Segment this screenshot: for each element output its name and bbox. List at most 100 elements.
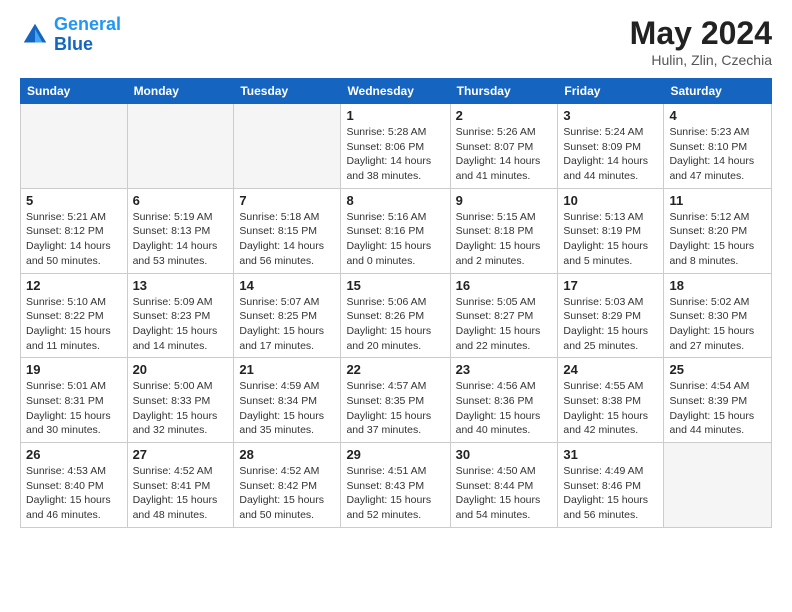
- day-info: Sunrise: 5:09 AM Sunset: 8:23 PM Dayligh…: [133, 295, 229, 354]
- location: Hulin, Zlin, Czechia: [630, 52, 772, 68]
- table-row: 6Sunrise: 5:19 AM Sunset: 8:13 PM Daylig…: [127, 188, 234, 273]
- day-info: Sunrise: 4:56 AM Sunset: 8:36 PM Dayligh…: [456, 379, 553, 438]
- day-info: Sunrise: 5:21 AM Sunset: 8:12 PM Dayligh…: [26, 210, 122, 269]
- table-row: 7 Sunrise: 5:18 AM Sunset: 8:15 PM Daylig…: [234, 188, 341, 273]
- day-number: 19: [26, 362, 122, 377]
- day-info: Sunrise: 4:55 AM Sunset: 8:38 PM Dayligh…: [563, 379, 658, 438]
- day-info: Sunrise: 5:05 AM Sunset: 8:27 PM Dayligh…: [456, 295, 553, 354]
- table-row: 17 Sunrise: 5:03 AM Sunset: 8:29 PM Dayli…: [558, 273, 664, 358]
- table-row: 29 Sunrise: 4:51 AM Sunset: 8:43 PM Dayli…: [341, 443, 450, 528]
- calendar-week-row: 26 Sunrise: 4:53 AM Sunset: 8:40 PM Dayli…: [21, 443, 772, 528]
- table-row: 31 Sunrise: 4:49 AM Sunset: 8:46 PM Dayli…: [558, 443, 664, 528]
- table-row: 11Sunrise: 5:12 AM Sunset: 8:20 PM Dayli…: [664, 188, 772, 273]
- table-row: 2Sunrise: 5:26 AM Sunset: 8:07 PM Daylig…: [450, 104, 558, 189]
- table-row: 3 Sunrise: 5:24 AM Sunset: 8:09 PM Daylig…: [558, 104, 664, 189]
- table-row: 18 Sunrise: 5:02 AM Sunset: 8:30 PM Dayli…: [664, 273, 772, 358]
- logo-text: General Blue: [54, 15, 121, 55]
- day-number: 17: [563, 278, 658, 293]
- day-info: Sunrise: 5:24 AM Sunset: 8:09 PM Dayligh…: [563, 125, 658, 184]
- day-info: Sunrise: 4:52 AM Sunset: 8:42 PM Dayligh…: [239, 464, 335, 523]
- day-number: 21: [239, 362, 335, 377]
- day-info: Sunrise: 5:10 AM Sunset: 8:22 PM Dayligh…: [26, 295, 122, 354]
- logo-icon: [20, 20, 50, 50]
- header-wednesday: Wednesday: [341, 79, 450, 104]
- day-info: Sunrise: 5:19 AM Sunset: 8:13 PM Dayligh…: [133, 210, 229, 269]
- table-row: 20 Sunrise: 5:00 AM Sunset: 8:33 PM Dayli…: [127, 358, 234, 443]
- table-row: 9Sunrise: 5:15 AM Sunset: 8:18 PM Daylig…: [450, 188, 558, 273]
- day-number: 18: [669, 278, 766, 293]
- month-title: May 2024: [630, 15, 772, 52]
- day-info: Sunrise: 4:51 AM Sunset: 8:43 PM Dayligh…: [346, 464, 444, 523]
- day-info: Sunrise: 5:00 AM Sunset: 8:33 PM Dayligh…: [133, 379, 229, 438]
- day-info: Sunrise: 4:54 AM Sunset: 8:39 PM Dayligh…: [669, 379, 766, 438]
- day-number: 12: [26, 278, 122, 293]
- day-number: 14: [239, 278, 335, 293]
- logo: General Blue: [20, 15, 121, 55]
- header-saturday: Saturday: [664, 79, 772, 104]
- day-number: 25: [669, 362, 766, 377]
- day-number: 7: [239, 193, 335, 208]
- day-info: Sunrise: 5:07 AM Sunset: 8:25 PM Dayligh…: [239, 295, 335, 354]
- day-info: Sunrise: 4:52 AM Sunset: 8:41 PM Dayligh…: [133, 464, 229, 523]
- day-info: Sunrise: 5:01 AM Sunset: 8:31 PM Dayligh…: [26, 379, 122, 438]
- table-row: 13 Sunrise: 5:09 AM Sunset: 8:23 PM Dayli…: [127, 273, 234, 358]
- day-number: 13: [133, 278, 229, 293]
- table-row: [21, 104, 128, 189]
- page: General Blue May 2024 Hulin, Zlin, Czech…: [0, 0, 792, 538]
- table-row: [234, 104, 341, 189]
- calendar-week-row: 12 Sunrise: 5:10 AM Sunset: 8:22 PM Dayli…: [21, 273, 772, 358]
- day-info: Sunrise: 4:59 AM Sunset: 8:34 PM Dayligh…: [239, 379, 335, 438]
- table-row: 28 Sunrise: 4:52 AM Sunset: 8:42 PM Dayli…: [234, 443, 341, 528]
- day-number: 29: [346, 447, 444, 462]
- day-info: Sunrise: 5:15 AM Sunset: 8:18 PM Dayligh…: [456, 210, 553, 269]
- day-info: Sunrise: 4:50 AM Sunset: 8:44 PM Dayligh…: [456, 464, 553, 523]
- day-number: 10: [563, 193, 658, 208]
- calendar-week-row: 1Sunrise: 5:28 AM Sunset: 8:06 PM Daylig…: [21, 104, 772, 189]
- day-number: 26: [26, 447, 122, 462]
- day-number: 8: [346, 193, 444, 208]
- table-row: 15 Sunrise: 5:06 AM Sunset: 8:26 PM Dayli…: [341, 273, 450, 358]
- table-row: 25 Sunrise: 4:54 AM Sunset: 8:39 PM Dayli…: [664, 358, 772, 443]
- day-number: 23: [456, 362, 553, 377]
- day-info: Sunrise: 5:02 AM Sunset: 8:30 PM Dayligh…: [669, 295, 766, 354]
- title-block: May 2024 Hulin, Zlin, Czechia: [630, 15, 772, 68]
- day-number: 1: [346, 108, 444, 123]
- table-row: 26 Sunrise: 4:53 AM Sunset: 8:40 PM Dayli…: [21, 443, 128, 528]
- day-number: 30: [456, 447, 553, 462]
- table-row: [127, 104, 234, 189]
- day-number: 5: [26, 193, 122, 208]
- day-number: 20: [133, 362, 229, 377]
- table-row: 19 Sunrise: 5:01 AM Sunset: 8:31 PM Dayli…: [21, 358, 128, 443]
- day-number: 24: [563, 362, 658, 377]
- table-row: 22Sunrise: 4:57 AM Sunset: 8:35 PM Dayli…: [341, 358, 450, 443]
- table-row: 10 Sunrise: 5:13 AM Sunset: 8:19 PM Dayli…: [558, 188, 664, 273]
- table-row: 8 Sunrise: 5:16 AM Sunset: 8:16 PM Daylig…: [341, 188, 450, 273]
- day-info: Sunrise: 5:26 AM Sunset: 8:07 PM Dayligh…: [456, 125, 553, 184]
- day-number: 3: [563, 108, 658, 123]
- header-tuesday: Tuesday: [234, 79, 341, 104]
- day-number: 28: [239, 447, 335, 462]
- table-row: 14 Sunrise: 5:07 AM Sunset: 8:25 PM Dayli…: [234, 273, 341, 358]
- day-info: Sunrise: 4:49 AM Sunset: 8:46 PM Dayligh…: [563, 464, 658, 523]
- header-monday: Monday: [127, 79, 234, 104]
- day-info: Sunrise: 5:13 AM Sunset: 8:19 PM Dayligh…: [563, 210, 658, 269]
- calendar-week-row: 5 Sunrise: 5:21 AM Sunset: 8:12 PM Daylig…: [21, 188, 772, 273]
- header-thursday: Thursday: [450, 79, 558, 104]
- day-number: 15: [346, 278, 444, 293]
- table-row: 30 Sunrise: 4:50 AM Sunset: 8:44 PM Dayli…: [450, 443, 558, 528]
- day-info: Sunrise: 5:06 AM Sunset: 8:26 PM Dayligh…: [346, 295, 444, 354]
- day-info: Sunrise: 5:12 AM Sunset: 8:20 PM Dayligh…: [669, 210, 766, 269]
- day-info: Sunrise: 5:16 AM Sunset: 8:16 PM Dayligh…: [346, 210, 444, 269]
- day-number: 31: [563, 447, 658, 462]
- table-row: [664, 443, 772, 528]
- table-row: 24 Sunrise: 4:55 AM Sunset: 8:38 PM Dayli…: [558, 358, 664, 443]
- day-info: Sunrise: 5:03 AM Sunset: 8:29 PM Dayligh…: [563, 295, 658, 354]
- table-row: 23 Sunrise: 4:56 AM Sunset: 8:36 PM Dayli…: [450, 358, 558, 443]
- day-info: Sunrise: 4:53 AM Sunset: 8:40 PM Dayligh…: [26, 464, 122, 523]
- table-row: 16Sunrise: 5:05 AM Sunset: 8:27 PM Dayli…: [450, 273, 558, 358]
- day-number: 27: [133, 447, 229, 462]
- calendar-week-row: 19 Sunrise: 5:01 AM Sunset: 8:31 PM Dayli…: [21, 358, 772, 443]
- table-row: 5 Sunrise: 5:21 AM Sunset: 8:12 PM Daylig…: [21, 188, 128, 273]
- table-row: 27 Sunrise: 4:52 AM Sunset: 8:41 PM Dayli…: [127, 443, 234, 528]
- day-info: Sunrise: 5:18 AM Sunset: 8:15 PM Dayligh…: [239, 210, 335, 269]
